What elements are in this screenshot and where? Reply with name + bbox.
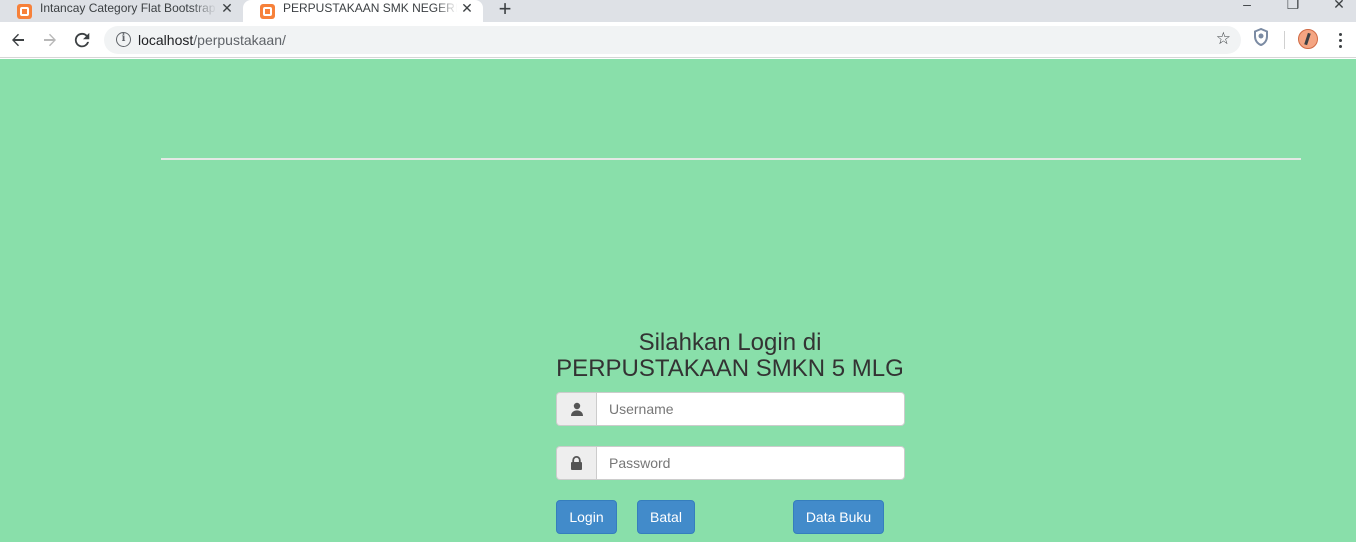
minimize-icon[interactable]: – (1232, 0, 1262, 12)
url-text[interactable]: localhost/perpustakaan/ (138, 32, 286, 48)
cancel-button[interactable]: Batal (637, 500, 695, 534)
profile-avatar[interactable] (1298, 29, 1318, 49)
tab-perpustakaan[interactable]: PERPUSTAKAAN SMK NEGERI 5 MLG ✕ (243, 0, 483, 22)
close-tab-icon[interactable]: ✕ (217, 0, 237, 17)
address-bar[interactable]: i localhost/perpustakaan/ ☆ (104, 26, 1241, 54)
page-body: Silahkan Login di PERPUSTAKAAN SMKN 5 ML… (0, 59, 1356, 542)
login-button[interactable]: Login (556, 500, 617, 534)
user-icon (556, 392, 596, 426)
lock-icon (556, 446, 596, 480)
password-input[interactable] (596, 446, 905, 480)
info-icon[interactable]: i (116, 32, 131, 47)
tab-title: Intancay Category Flat Bootstrap (40, 1, 216, 15)
password-group (556, 446, 905, 480)
bookmark-star-icon[interactable]: ☆ (1216, 29, 1231, 49)
xampp-favicon-icon (260, 3, 275, 19)
login-title-line1: Silahkan Login di (638, 329, 822, 356)
login-title-line2: PERPUSTAKAAN SMKN 5 MLG (556, 355, 904, 382)
reload-icon[interactable] (70, 28, 94, 52)
xampp-favicon-icon (17, 3, 32, 19)
back-arrow-icon[interactable] (6, 28, 30, 52)
tab-title: PERPUSTAKAAN SMK NEGERI 5 MLG (283, 1, 457, 15)
forward-arrow-icon[interactable] (38, 28, 62, 52)
new-tab-button[interactable]: + (494, 0, 516, 22)
shield-extension-icon[interactable] (1253, 27, 1271, 50)
username-input[interactable] (596, 392, 905, 426)
browser-toolbar: i localhost/perpustakaan/ ☆ (0, 22, 1356, 58)
more-menu-icon[interactable] (1332, 28, 1348, 52)
username-group (556, 392, 905, 426)
restore-icon[interactable]: ❐ (1278, 0, 1308, 13)
data-buku-button[interactable]: Data Buku (793, 500, 884, 534)
login-title: Silahkan Login di PERPUSTAKAAN SMKN 5 ML… (530, 330, 930, 382)
horizontal-rule (161, 158, 1301, 160)
close-tab-icon[interactable]: ✕ (457, 0, 477, 17)
tab-intancay[interactable]: Intancay Category Flat Bootstrap ✕ (0, 0, 243, 22)
tab-strip: Intancay Category Flat Bootstrap ✕ PERPU… (0, 0, 1356, 22)
toolbar-divider (1284, 31, 1285, 49)
close-window-icon[interactable]: ✕ (1324, 0, 1354, 13)
